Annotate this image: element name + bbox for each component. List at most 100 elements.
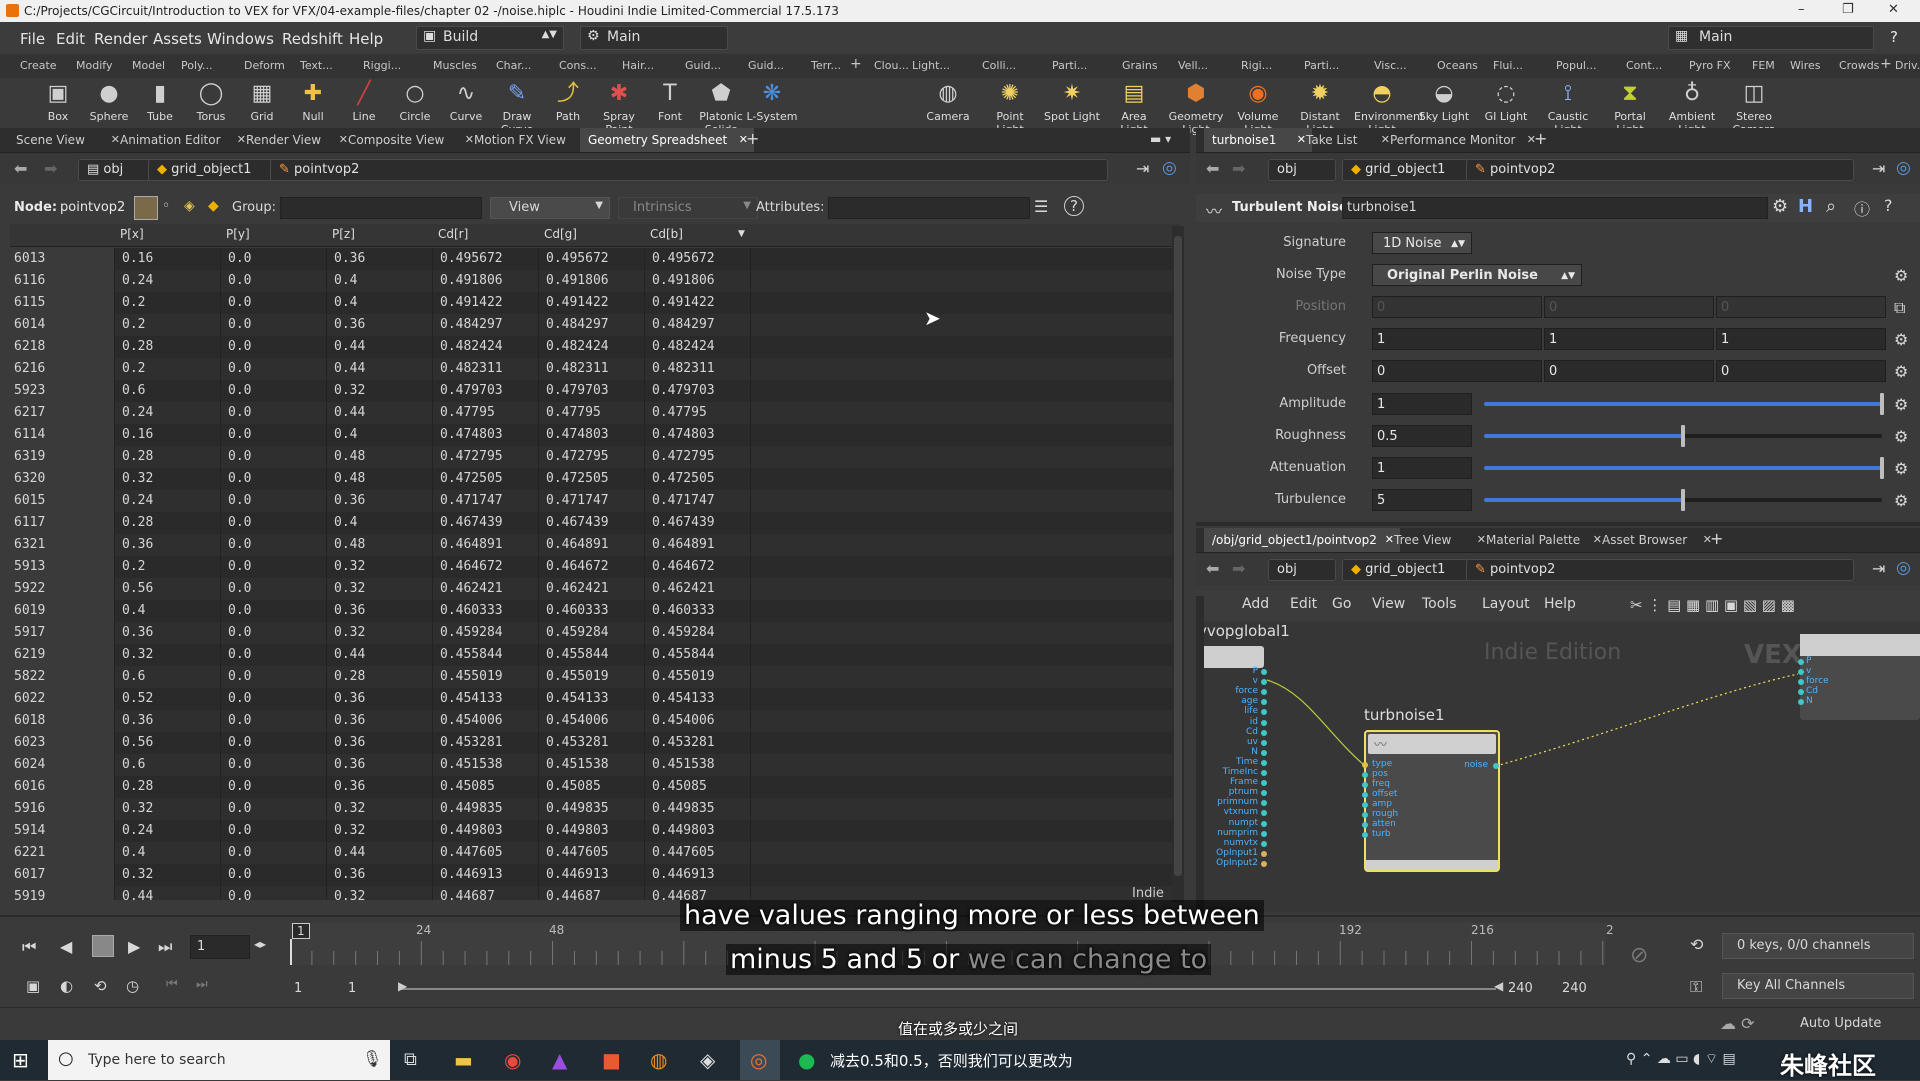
realtime-icon[interactable]: ▣: [26, 977, 40, 995]
network-menu-edit[interactable]: Edit: [1290, 596, 1317, 612]
close-button[interactable]: ✕: [1888, 2, 1899, 17]
network-menu-go[interactable]: Go: [1332, 596, 1351, 612]
detail-icon[interactable]: ◈: [184, 198, 195, 214]
pin-icon[interactable]: ⇥: [1136, 159, 1149, 178]
pane-tab[interactable]: Animation Editor ✕: [112, 128, 252, 152]
next-key-icon[interactable]: ⏭: [196, 977, 208, 992]
roughness-slider[interactable]: [1484, 425, 1882, 447]
menu-icon[interactable]: ☰: [1034, 197, 1048, 216]
turbnoise-input-port[interactable]: [1362, 782, 1368, 788]
pane-tab[interactable]: /obj/grid_object1/pointvop2 ✕: [1204, 528, 1400, 552]
view-dropdown[interactable]: View ▼: [490, 197, 610, 219]
gear-icon[interactable]: ⚙: [1772, 196, 1788, 217]
node-color-icon[interactable]: ◆: [208, 198, 219, 214]
turbnoise-input-port[interactable]: [1362, 792, 1368, 798]
pane-tab[interactable]: Composite View ✕: [340, 128, 480, 152]
column-header[interactable]: Cd[g]: [544, 227, 577, 241]
turbulence-slider[interactable]: [1484, 489, 1882, 511]
affinity-icon[interactable]: ▲: [552, 1048, 567, 1072]
menu-render[interactable]: Render: [94, 30, 147, 48]
table-row[interactable]: 6219 0.32 0.0 0.44 0.455844 0.455844 0.455844: [10, 644, 1178, 666]
minimize-button[interactable]: –: [1798, 2, 1805, 17]
output-input-port[interactable]: [1798, 679, 1804, 685]
slider-knob[interactable]: [1681, 489, 1685, 511]
shelf-tab[interactable]: Hair...: [622, 59, 654, 72]
shelf-tool-sky-light[interactable]: ◒ Sky Light: [1416, 80, 1472, 123]
unity-icon[interactable]: ◈: [700, 1048, 715, 1072]
search-icon[interactable]: ⌕: [1826, 196, 1836, 217]
table-row[interactable]: 5922 0.56 0.0 0.32 0.462421 0.462421 0.462421: [10, 578, 1178, 600]
frequency-y-field[interactable]: 1: [1544, 328, 1714, 350]
pane-tab[interactable]: Performance Monitor ✕: [1382, 128, 1542, 152]
range-start[interactable]: 1: [294, 981, 302, 996]
shelf-tab[interactable]: Cont...: [1626, 59, 1662, 72]
turbnoise-input-port[interactable]: [1362, 832, 1368, 838]
shelf-tool-line[interactable]: ╱ Line: [336, 80, 392, 123]
column-header[interactable]: P[x]: [120, 227, 144, 241]
shelf-tab[interactable]: Text...: [300, 59, 333, 72]
help-icon[interactable]: ?: [1890, 28, 1898, 46]
table-row[interactable]: 6218 0.28 0.0 0.44 0.482424 0.482424 0.482424: [10, 336, 1178, 358]
keys-channels-dropdown[interactable]: 0 keys, 0/0 channels: [1722, 933, 1914, 959]
table-row[interactable]: 5914 0.24 0.0 0.32 0.449803 0.449803 0.449803: [10, 820, 1178, 842]
geometry-points-icon[interactable]: [134, 196, 158, 220]
output-input-port[interactable]: [1798, 669, 1804, 675]
shelf-tool-spot-light[interactable]: ✷ Spot Light: [1044, 80, 1100, 123]
gear-icon[interactable]: ⚙: [1894, 266, 1908, 285]
link-icon[interactable]: ◎: [1162, 158, 1177, 178]
menu-file[interactable]: File: [20, 30, 45, 48]
table-row[interactable]: 6217 0.24 0.0 0.44 0.47795 0.47795 0.47795: [10, 402, 1178, 424]
add-tab-icon[interactable]: +: [1880, 56, 1892, 72]
shelf-tool-curve[interactable]: ∿ Curve: [438, 80, 494, 123]
gear-icon[interactable]: ⚙: [1894, 362, 1908, 381]
shelf-tab[interactable]: Model: [132, 59, 165, 72]
shelf-tool-font[interactable]: T Font: [642, 80, 698, 123]
gear-icon[interactable]: ⚙: [1894, 459, 1908, 478]
shelf-tab[interactable]: Deform: [244, 59, 285, 72]
turbnoise-output-port[interactable]: [1493, 763, 1499, 769]
shelf-tab[interactable]: Visc...: [1374, 59, 1407, 72]
shelf-tab[interactable]: Popul...: [1556, 59, 1596, 72]
turbnoise-input-port[interactable]: [1362, 772, 1368, 778]
output-input-port[interactable]: [1798, 699, 1804, 705]
menu-edit[interactable]: Edit: [56, 30, 85, 48]
table-row[interactable]: 6016 0.28 0.0 0.36 0.45085 0.45085 0.45085: [10, 776, 1178, 798]
shelf-tab[interactable]: Guid...: [685, 59, 721, 72]
desktop-dropdown[interactable]: ▦ Main: [1668, 26, 1874, 50]
auto-key-icon[interactable]: ⊘: [1630, 943, 1648, 968]
shelf-tab[interactable]: Riggi...: [363, 59, 401, 72]
shelf-tab[interactable]: Grains: [1122, 59, 1158, 72]
back-arrow-icon[interactable]: ⬅: [14, 159, 27, 178]
table-row[interactable]: 6013 0.16 0.0 0.36 0.495672 0.495672 0.495672: [10, 248, 1178, 270]
network-menu-help[interactable]: Help: [1544, 596, 1576, 612]
table-row[interactable]: 6023 0.56 0.0 0.36 0.453281 0.453281 0.453281: [10, 732, 1178, 754]
shelf-tab[interactable]: Terr...: [811, 59, 841, 72]
back-arrow-icon[interactable]: ⬅: [1206, 559, 1219, 578]
network-menu-view[interactable]: View: [1372, 596, 1405, 612]
output-input-port[interactable]: [1798, 659, 1804, 665]
network-menu-layout[interactable]: Layout: [1482, 596, 1530, 612]
pane-divider[interactable]: [1196, 522, 1920, 526]
shelf-tab[interactable]: Create: [20, 59, 57, 72]
turbulence-field[interactable]: 5: [1372, 489, 1472, 511]
table-row[interactable]: 5822 0.6 0.0 0.28 0.455019 0.455019 0.455019: [10, 666, 1178, 688]
pane-tab[interactable]: Motion FX View✕: [466, 128, 594, 152]
shelf-tool-path[interactable]: ⤴ Path: [540, 80, 596, 123]
slider-knob[interactable]: [1880, 393, 1884, 415]
offset-z-field[interactable]: 0: [1716, 360, 1886, 382]
menu-windows[interactable]: Windows: [207, 30, 274, 48]
shelf-tool-torus[interactable]: ◯ Torus: [183, 80, 239, 123]
amplitude-field[interactable]: 1: [1372, 393, 1472, 415]
shelf-tab[interactable]: Pyro FX: [1689, 59, 1731, 72]
turbnoise-input-port[interactable]: [1362, 762, 1368, 768]
column-header[interactable]: P[z]: [332, 227, 355, 241]
turbnoise-input-port[interactable]: [1362, 822, 1368, 828]
gear-icon[interactable]: ⚙: [1894, 395, 1908, 414]
help-icon[interactable]: ?: [1884, 196, 1893, 215]
shelf-tool-box[interactable]: ▣ Box: [30, 80, 86, 123]
table-row[interactable]: 6117 0.28 0.0 0.4 0.467439 0.467439 0.467439: [10, 512, 1178, 534]
shelf-tab[interactable]: Colli...: [982, 59, 1016, 72]
column-header[interactable]: P[y]: [226, 227, 250, 241]
menu-help[interactable]: Help: [349, 30, 383, 48]
file-explorer-icon[interactable]: ▬: [454, 1048, 473, 1072]
